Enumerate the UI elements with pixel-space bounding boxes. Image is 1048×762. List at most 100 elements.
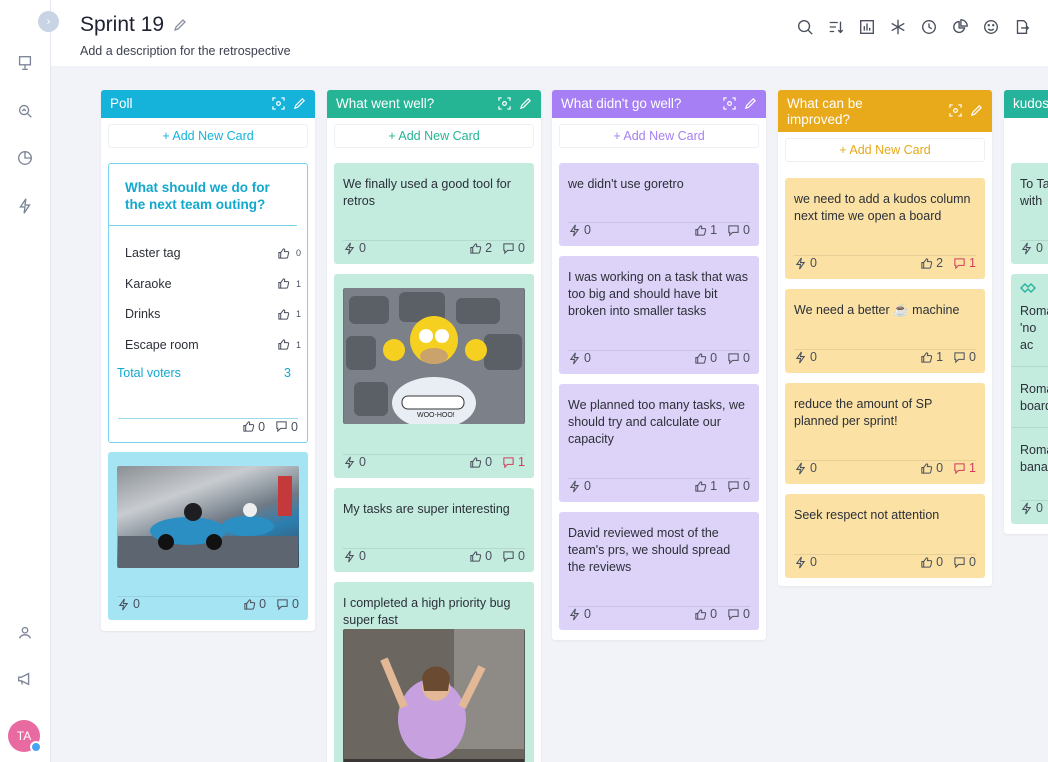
action-button[interactable]: 0 — [1020, 240, 1043, 257]
like-button[interactable]: 1 — [694, 222, 717, 239]
thumbs-up-icon[interactable] — [277, 247, 290, 260]
comment-button[interactable]: 0 — [953, 349, 976, 366]
like-button[interactable]: 1 — [920, 349, 943, 366]
thumbs-up-icon[interactable] — [277, 277, 290, 290]
collapse-sidebar-button[interactable]: › — [38, 11, 59, 32]
focus-icon[interactable] — [949, 104, 962, 117]
edit-icon[interactable] — [970, 104, 983, 117]
edit-icon[interactable] — [744, 97, 757, 110]
like-button[interactable]: 0 — [469, 548, 492, 565]
like-button[interactable]: 2 — [469, 240, 492, 257]
thumbs-up-icon[interactable] — [277, 338, 290, 351]
add-card-button[interactable]: + Add New Card — [334, 124, 534, 148]
comment-button[interactable]: 0 — [727, 222, 750, 239]
comment-button[interactable]: 0 — [953, 554, 976, 571]
card[interactable]: Roma 'no ac Roma board Roma bana 0 — [1011, 274, 1048, 524]
like-button[interactable]: 0 — [242, 420, 265, 434]
add-card-button[interactable]: + Add New Card — [785, 138, 985, 162]
comment-button[interactable]: 0 — [727, 350, 750, 367]
board-description[interactable]: Add a description for the retrospective — [80, 44, 291, 58]
sort-icon[interactable] — [826, 17, 845, 36]
comment-button[interactable]: 1 — [502, 454, 525, 471]
action-button[interactable]: 0 — [343, 454, 366, 471]
poll-option[interactable]: Laster tag 0 — [109, 238, 307, 269]
card[interactable]: I was working on a task that was too big… — [559, 256, 759, 374]
toolbar — [795, 17, 1031, 36]
action-button[interactable]: 0 — [794, 460, 817, 477]
card[interactable]: I completed a high priority bug super fa… — [334, 582, 534, 762]
like-button[interactable]: 0 — [243, 596, 266, 613]
action-button[interactable]: 0 — [568, 478, 591, 495]
action-button[interactable]: 0 — [794, 554, 817, 571]
card-footer: 0 00 — [568, 606, 750, 622]
like-button[interactable]: 1 — [694, 478, 717, 495]
action-button[interactable]: 0 — [343, 240, 366, 257]
action-button[interactable]: 0 — [568, 606, 591, 623]
comment-button[interactable]: 0 — [276, 596, 299, 613]
comment-button[interactable]: 0 — [727, 606, 750, 623]
card[interactable]: David reviewed most of the team's prs, w… — [559, 512, 759, 630]
card-footer: 0 — [1020, 500, 1048, 516]
action-button[interactable]: 0 — [343, 548, 366, 565]
card[interactable]: We need a better ☕ machine 0 10 — [785, 289, 985, 373]
card[interactable]: WOO-HOO! 0 01 — [334, 274, 534, 478]
like-button[interactable]: 2 — [920, 255, 943, 272]
card[interactable]: My tasks are super interesting 0 00 — [334, 488, 534, 572]
card[interactable]: reduce the amount of SP planned per spri… — [785, 383, 985, 484]
like-button[interactable]: 0 — [920, 460, 943, 477]
focus-icon[interactable] — [723, 97, 736, 110]
action-button[interactable]: 0 — [794, 255, 817, 272]
timer-icon[interactable] — [919, 17, 938, 36]
thumbs-up-icon — [243, 421, 255, 432]
snowflake-icon[interactable] — [888, 17, 907, 36]
card[interactable]: we didn't use goretro 0 10 — [559, 163, 759, 246]
action-button[interactable]: 0 — [117, 596, 140, 613]
team-icon[interactable] — [14, 622, 36, 644]
like-button[interactable]: 0 — [694, 606, 717, 623]
edit-pencil-icon[interactable] — [172, 17, 188, 33]
comment-button[interactable]: 1 — [953, 255, 976, 272]
lightning-icon[interactable] — [14, 195, 36, 217]
card[interactable]: 0 00 — [108, 452, 308, 620]
comment-button[interactable]: 0 — [502, 548, 525, 565]
action-button[interactable]: 0 — [568, 350, 591, 367]
megaphone-icon[interactable] — [14, 668, 36, 690]
like-button[interactable]: 0 — [920, 554, 943, 571]
action-button[interactable]: 0 — [794, 349, 817, 366]
comment-button[interactable]: 0 — [275, 420, 298, 434]
edit-icon[interactable] — [519, 97, 532, 110]
action-button[interactable]: 0 — [1020, 500, 1043, 517]
comment-button[interactable]: 1 — [953, 460, 976, 477]
presentation-icon[interactable] — [14, 52, 36, 74]
pie-chart-icon[interactable] — [14, 147, 36, 169]
card[interactable]: We planned too many tasks, we should try… — [559, 384, 759, 502]
comment-icon — [728, 481, 739, 493]
export-icon[interactable] — [1012, 17, 1031, 36]
comment-button[interactable]: 0 — [502, 240, 525, 257]
card[interactable]: To Ta with 0 — [1011, 163, 1048, 264]
chart-icon[interactable] — [857, 17, 876, 36]
focus-icon[interactable] — [498, 97, 511, 110]
focus-icon[interactable] — [272, 97, 285, 110]
emoji-icon[interactable] — [981, 17, 1000, 36]
poll-option[interactable]: Drinks 1 — [109, 299, 307, 330]
avatar[interactable]: TA — [8, 720, 42, 753]
like-button[interactable]: 0 — [694, 350, 717, 367]
edit-icon[interactable] — [293, 97, 306, 110]
poll-card: What should we do for the next team outi… — [108, 163, 308, 443]
search-icon[interactable] — [795, 17, 814, 36]
card[interactable]: we need to add a kudos column next time … — [785, 178, 985, 279]
poll-option[interactable]: Karaoke 1 — [109, 269, 307, 300]
analytics-icon[interactable] — [14, 100, 36, 122]
like-button[interactable]: 0 — [469, 454, 492, 471]
card-footer: 0 00 — [343, 548, 525, 564]
thumbs-up-icon[interactable] — [277, 308, 290, 321]
action-button[interactable]: 0 — [568, 222, 591, 239]
pie-icon[interactable] — [950, 17, 969, 36]
card[interactable]: We finally used a good tool for retros 0… — [334, 163, 534, 264]
add-card-button[interactable]: + Add New Card — [559, 124, 759, 148]
comment-button[interactable]: 0 — [727, 478, 750, 495]
add-card-button[interactable]: + Add New Card — [108, 124, 308, 148]
poll-option[interactable]: Escape room 1 — [109, 330, 307, 361]
card[interactable]: Seek respect not attention 0 00 — [785, 494, 985, 578]
